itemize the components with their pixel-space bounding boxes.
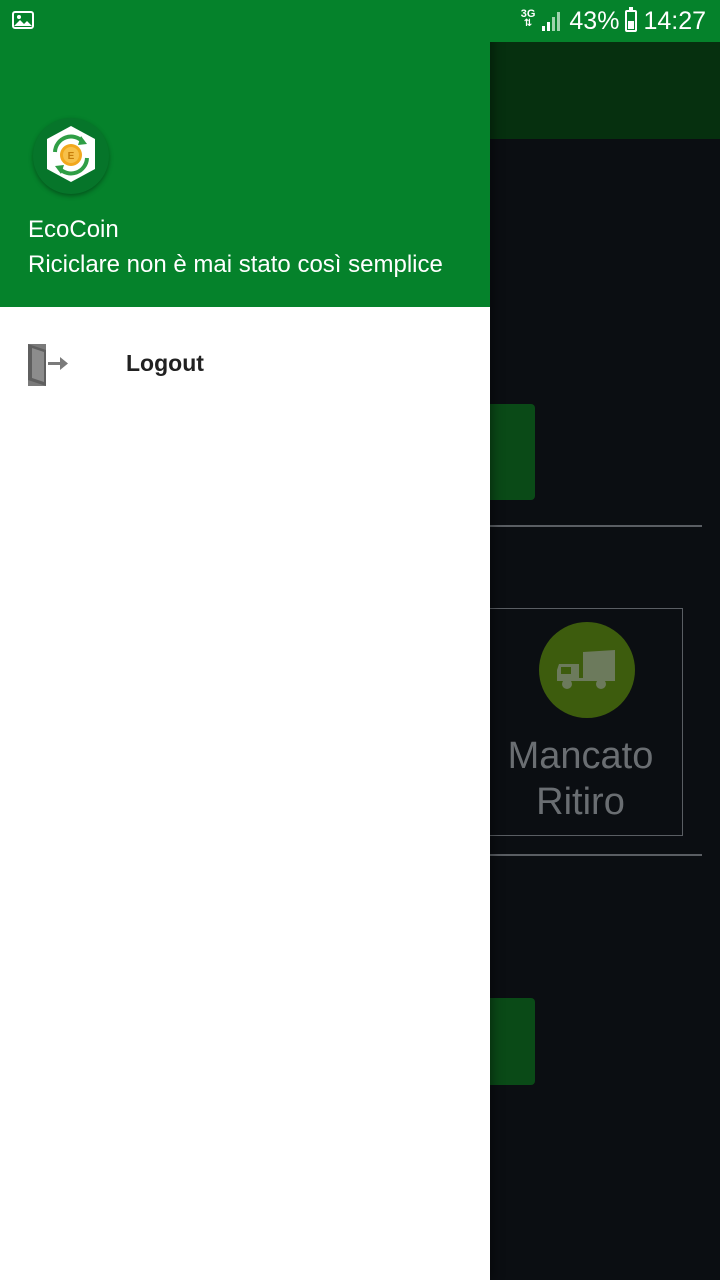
app-tagline: Riciclare non è mai stato così semplice xyxy=(28,251,443,278)
card-icon-circle xyxy=(539,622,635,718)
battery-icon xyxy=(625,7,638,32)
menu-item-logout[interactable]: Logout xyxy=(0,318,490,414)
battery-percent: 43% xyxy=(569,6,620,35)
svg-text:E: E xyxy=(68,151,75,162)
drawer-header: E EcoCoin Riciclare non è mai stato così… xyxy=(0,0,490,307)
logout-door-icon xyxy=(28,344,68,386)
screen: 3G ⇅ 43% 14:27 tori xyxy=(0,0,720,1280)
background-divider-bottom xyxy=(470,854,702,856)
background-divider-top xyxy=(470,525,702,527)
signal-icon xyxy=(542,12,561,31)
logout-label: Logout xyxy=(126,350,204,376)
mancato-ritiro-card: Mancato Ritiro xyxy=(478,608,683,836)
navigation-drawer: E EcoCoin Riciclare non è mai stato così… xyxy=(0,0,490,1280)
app-name: EcoCoin xyxy=(28,216,119,243)
battery-fill xyxy=(628,21,635,29)
garbage-truck-icon xyxy=(557,650,615,689)
card-label: Mancato Ritiro xyxy=(479,733,682,825)
logo-graphic: E xyxy=(47,126,95,182)
card-label-line2: Ritiro xyxy=(536,781,625,823)
ecocoin-recycle-coin-icon: E xyxy=(33,118,109,194)
gallery-notification-icon xyxy=(12,11,34,29)
status-right: 3G ⇅ 43% 14:27 xyxy=(521,0,706,42)
network-indicator: 3G ⇅ xyxy=(520,7,536,29)
card-label-line1: Mancato xyxy=(507,735,654,777)
status-bar: 3G ⇅ 43% 14:27 xyxy=(0,0,720,42)
clock: 14:27 xyxy=(643,6,706,35)
